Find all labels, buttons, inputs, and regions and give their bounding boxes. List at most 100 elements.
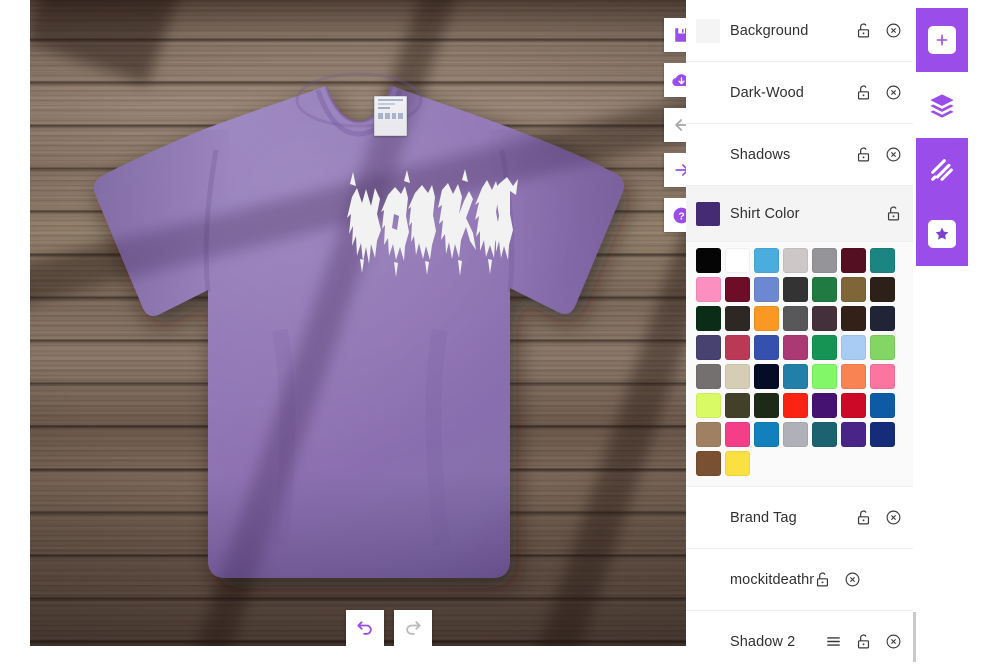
color-swatch-11[interactable] bbox=[812, 277, 837, 302]
layers-stack-icon bbox=[930, 94, 954, 118]
shirt-print-mockit-logo[interactable] bbox=[340, 166, 520, 286]
color-swatch-16[interactable] bbox=[754, 306, 779, 331]
svg-text:?: ? bbox=[678, 211, 684, 222]
color-swatch-27[interactable] bbox=[870, 335, 895, 360]
color-swatch-13[interactable] bbox=[870, 277, 895, 302]
color-swatch-9[interactable] bbox=[754, 277, 779, 302]
color-swatch-36[interactable] bbox=[725, 393, 750, 418]
color-swatch-21[interactable] bbox=[696, 335, 721, 360]
color-swatch-26[interactable] bbox=[841, 335, 866, 360]
color-swatch-1[interactable] bbox=[725, 248, 750, 273]
undo-button[interactable] bbox=[346, 610, 384, 646]
close-icon[interactable] bbox=[885, 146, 902, 163]
history-controls[interactable] bbox=[346, 610, 432, 646]
layer-row-brand-tag[interactable]: Brand Tag bbox=[686, 487, 916, 549]
layer-row-mockitdeathmetal[interactable]: mockitdeathmeta bbox=[686, 549, 916, 611]
color-swatch-5[interactable] bbox=[841, 248, 866, 273]
unlock-icon[interactable] bbox=[855, 633, 872, 650]
unlock-icon[interactable] bbox=[855, 84, 872, 101]
layers-panel[interactable]: Background Dark-Wood Shadows Shirt Color… bbox=[686, 0, 916, 667]
diagonal-stripes-icon bbox=[931, 159, 953, 181]
brand-tag[interactable] bbox=[374, 96, 407, 136]
close-icon[interactable] bbox=[885, 633, 902, 650]
color-swatch-31[interactable] bbox=[783, 364, 808, 389]
layer-row-dark-wood[interactable]: Dark-Wood bbox=[686, 62, 916, 124]
layer-name: Shadow 2 bbox=[730, 633, 796, 650]
color-swatch-32[interactable] bbox=[812, 364, 837, 389]
color-swatch-29[interactable] bbox=[725, 364, 750, 389]
color-swatch-50[interactable] bbox=[725, 451, 750, 476]
color-swatch-8[interactable] bbox=[725, 277, 750, 302]
unlock-icon[interactable] bbox=[855, 146, 872, 163]
canvas-toolbar[interactable]: ? bbox=[664, 18, 686, 232]
color-swatch-30[interactable] bbox=[754, 364, 779, 389]
color-swatch-18[interactable] bbox=[812, 306, 837, 331]
layer-row-shadow-2[interactable]: Shadow 2 bbox=[686, 611, 916, 667]
add-button[interactable] bbox=[916, 8, 968, 72]
save-button[interactable] bbox=[664, 18, 686, 52]
color-swatch-14[interactable] bbox=[696, 306, 721, 331]
layer-swatch bbox=[696, 18, 720, 43]
color-swatch-40[interactable] bbox=[841, 393, 866, 418]
color-swatch-12[interactable] bbox=[841, 277, 866, 302]
color-swatch-44[interactable] bbox=[754, 422, 779, 447]
color-swatch-39[interactable] bbox=[812, 393, 837, 418]
color-swatch-7[interactable] bbox=[696, 277, 721, 302]
color-swatch-25[interactable] bbox=[812, 335, 837, 360]
layer-row-shadows[interactable]: Shadows bbox=[686, 124, 916, 186]
color-swatch-23[interactable] bbox=[754, 335, 779, 360]
redo-button[interactable] bbox=[394, 610, 432, 646]
color-swatch-48[interactable] bbox=[870, 422, 895, 447]
download-cloud-button[interactable] bbox=[664, 63, 686, 97]
layer-name: Shirt Color bbox=[730, 205, 800, 222]
color-swatch-24[interactable] bbox=[783, 335, 808, 360]
unlock-icon[interactable] bbox=[885, 205, 902, 222]
next-button[interactable] bbox=[664, 153, 686, 187]
color-swatch-33[interactable] bbox=[841, 364, 866, 389]
color-swatch-17[interactable] bbox=[783, 306, 808, 331]
color-swatch-19[interactable] bbox=[841, 306, 866, 331]
color-swatch-41[interactable] bbox=[870, 393, 895, 418]
color-swatch-49[interactable] bbox=[696, 451, 721, 476]
color-swatch-2[interactable] bbox=[754, 248, 779, 273]
color-swatch-0[interactable] bbox=[696, 248, 721, 273]
color-swatch-20[interactable] bbox=[870, 306, 895, 331]
color-swatch-grid[interactable] bbox=[696, 248, 908, 476]
layers-button[interactable] bbox=[916, 74, 968, 138]
color-swatch-46[interactable] bbox=[812, 422, 837, 447]
color-swatch-42[interactable] bbox=[696, 422, 721, 447]
color-swatch-37[interactable] bbox=[754, 393, 779, 418]
color-swatch-34[interactable] bbox=[870, 364, 895, 389]
color-swatch-10[interactable] bbox=[783, 277, 808, 302]
layer-row-shirt-color[interactable]: Shirt Color bbox=[686, 186, 916, 242]
color-swatch-6[interactable] bbox=[870, 248, 895, 273]
tshirt-mockup[interactable] bbox=[30, 0, 686, 646]
close-icon[interactable] bbox=[885, 84, 902, 101]
color-swatch-38[interactable] bbox=[783, 393, 808, 418]
unlock-icon[interactable] bbox=[855, 22, 872, 39]
previous-button[interactable] bbox=[664, 108, 686, 142]
right-toolbar[interactable] bbox=[916, 0, 1000, 667]
color-swatch-3[interactable] bbox=[783, 248, 808, 273]
layer-row-background[interactable]: Background bbox=[686, 0, 916, 62]
close-icon[interactable] bbox=[844, 571, 861, 588]
unlock-icon[interactable] bbox=[814, 571, 831, 588]
drag-handle-icon[interactable] bbox=[825, 633, 842, 650]
color-swatch-15[interactable] bbox=[725, 306, 750, 331]
color-swatch-43[interactable] bbox=[725, 422, 750, 447]
star-icon bbox=[928, 220, 956, 248]
favorites-button[interactable] bbox=[916, 202, 968, 266]
design-canvas[interactable]: ? bbox=[30, 0, 686, 646]
pattern-button[interactable] bbox=[916, 138, 968, 202]
help-button[interactable]: ? bbox=[664, 198, 686, 232]
close-icon[interactable] bbox=[885, 509, 902, 526]
color-picker-panel[interactable] bbox=[686, 242, 916, 487]
color-swatch-45[interactable] bbox=[783, 422, 808, 447]
close-icon[interactable] bbox=[885, 22, 902, 39]
unlock-icon[interactable] bbox=[855, 509, 872, 526]
color-swatch-28[interactable] bbox=[696, 364, 721, 389]
color-swatch-35[interactable] bbox=[696, 393, 721, 418]
color-swatch-4[interactable] bbox=[812, 248, 837, 273]
color-swatch-22[interactable] bbox=[725, 335, 750, 360]
color-swatch-47[interactable] bbox=[841, 422, 866, 447]
